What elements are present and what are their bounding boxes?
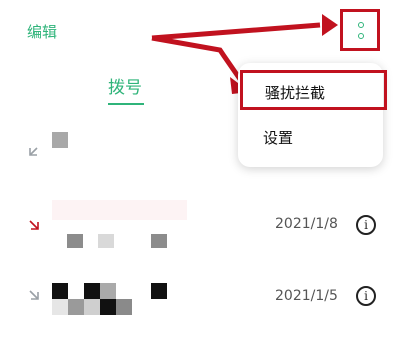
pixelated-contact-name <box>52 200 187 220</box>
call-date: 2021/1/8 <box>275 216 338 232</box>
annotation-arrow-to-more <box>151 22 321 41</box>
info-icon-glyph: i <box>364 218 368 232</box>
incoming-call-arrow-icon <box>29 220 39 230</box>
pixel-block <box>151 283 167 299</box>
info-icon[interactable]: i <box>356 215 376 235</box>
pixel-block <box>68 283 84 299</box>
pixel-block <box>52 283 68 299</box>
menu-item-spam-block-label: 骚扰拦截 <box>265 84 326 102</box>
info-icon-glyph: i <box>364 289 368 303</box>
pixel-block <box>151 234 167 248</box>
info-icon[interactable]: i <box>356 286 376 306</box>
annotation-arrow-to-menu <box>151 35 245 84</box>
call-date: 2021/1/5 <box>275 288 338 304</box>
pixel-block <box>100 299 116 315</box>
pixel-block <box>52 299 68 315</box>
arrowhead-right <box>322 14 338 36</box>
call-row[interactable]: 2021/1/5 i <box>0 270 411 339</box>
call-row[interactable]: 2021/1/8 i <box>0 190 411 260</box>
pixel-block <box>98 234 114 248</box>
pixel-block <box>67 234 83 248</box>
outgoing-call-arrow-icon <box>29 147 38 156</box>
pixel-block <box>68 299 84 315</box>
pixel-block <box>84 299 100 315</box>
call-row[interactable] <box>0 120 411 180</box>
incoming-call-arrow-icon <box>29 290 39 300</box>
menu-item-spam-block[interactable]: 骚扰拦截 <box>240 70 387 110</box>
pixel-block <box>116 299 132 315</box>
pixelated-contact-name <box>52 132 68 148</box>
pixel-block <box>100 283 116 299</box>
pixel-block <box>84 283 100 299</box>
